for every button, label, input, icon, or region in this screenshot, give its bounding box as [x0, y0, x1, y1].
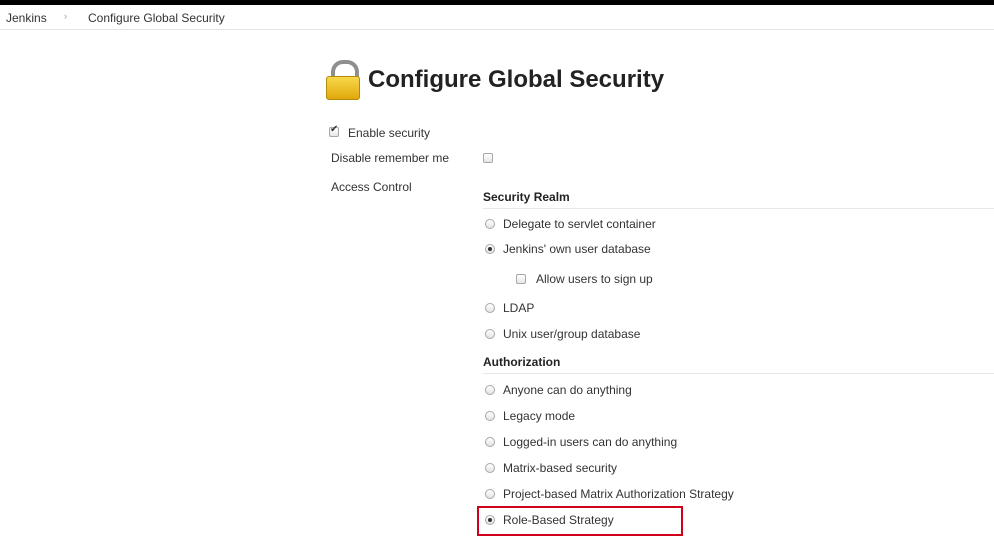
realm-jenkins-db-label: Jenkins' own user database: [503, 242, 651, 256]
auth-logged-in-label: Logged-in users can do anything: [503, 435, 678, 449]
enable-security-label: Enable security: [348, 126, 431, 140]
auth-anyone-label: Anyone can do anything: [503, 383, 632, 397]
auth-legacy-radio[interactable]: [485, 411, 495, 421]
auth-logged-in-radio[interactable]: [485, 437, 495, 447]
page-title: Configure Global Security: [326, 60, 664, 100]
auth-anyone-radio[interactable]: [485, 385, 495, 395]
realm-delegate-servlet-label: Delegate to servlet container: [503, 217, 656, 231]
auth-project-matrix-radio[interactable]: [485, 489, 495, 499]
breadcrumb-jenkins-link[interactable]: Jenkins: [6, 11, 47, 25]
auth-project-matrix-label: Project-based Matrix Authorization Strat…: [503, 487, 734, 501]
enable-security-checkbox[interactable]: [329, 124, 339, 137]
lock-icon: [326, 60, 360, 100]
realm-ldap-label: LDAP: [503, 301, 535, 315]
allow-signup-checkbox[interactable]: [516, 274, 526, 284]
breadcrumb-current-page[interactable]: Configure Global Security: [88, 11, 225, 25]
auth-legacy-label: Legacy mode: [503, 409, 576, 423]
breadcrumb: Jenkins › Configure Global Security: [0, 5, 994, 30]
access-control-label: Access Control: [331, 180, 412, 194]
realm-ldap-radio[interactable]: [485, 303, 495, 313]
disable-remember-me-checkbox[interactable]: [483, 153, 493, 163]
role-based-highlight-box: [477, 506, 683, 536]
security-realm-header: Security Realm: [483, 190, 994, 209]
breadcrumb-separator: ›: [64, 11, 67, 21]
page-title-text: Configure Global Security: [368, 66, 665, 93]
realm-jenkins-db-radio[interactable]: [485, 244, 495, 254]
realm-unix-radio[interactable]: [485, 329, 495, 339]
auth-matrix-radio[interactable]: [485, 463, 495, 473]
auth-matrix-label: Matrix-based security: [503, 461, 618, 475]
disable-remember-me-label: Disable remember me: [331, 151, 450, 165]
realm-delegate-servlet-radio[interactable]: [485, 219, 495, 229]
realm-unix-label: Unix user/group database: [503, 327, 641, 341]
authorization-header: Authorization: [483, 355, 994, 374]
allow-signup-label: Allow users to sign up: [536, 272, 653, 286]
